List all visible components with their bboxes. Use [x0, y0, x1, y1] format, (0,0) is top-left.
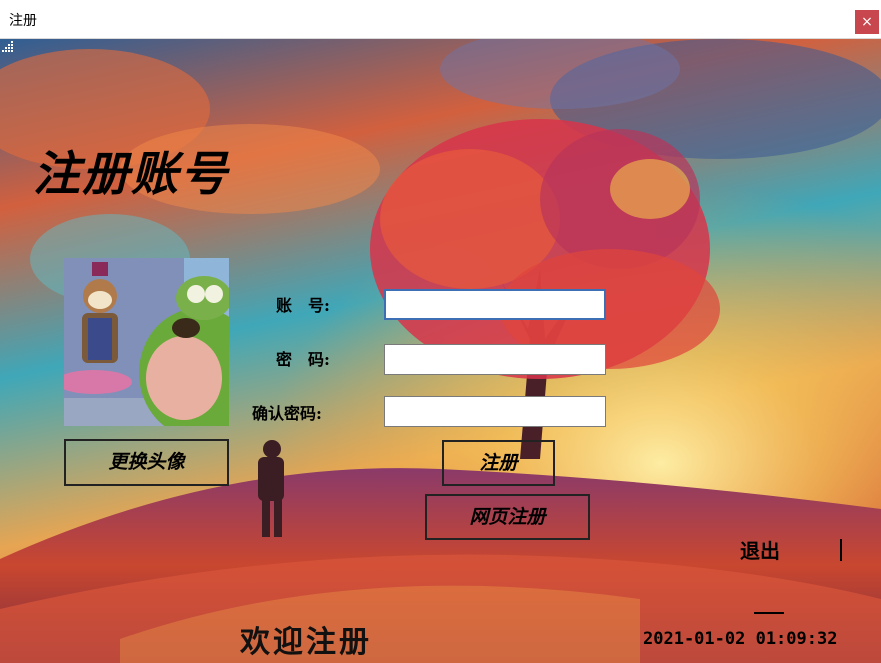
password-input[interactable] [384, 344, 606, 375]
title-bar: 注册 × [0, 0, 881, 39]
close-button[interactable]: × [855, 10, 879, 34]
account-label: 账 号: [276, 296, 330, 315]
datetime-display: 2021-01-02 01:09:32 [643, 629, 838, 649]
window-title: 注册 [9, 13, 37, 29]
confirm-password-label: 确认密码: [252, 404, 322, 423]
change-avatar-button[interactable]: 更换头像 [64, 439, 229, 486]
welcome-text: 欢迎注册 [240, 625, 372, 660]
resize-grip-icon[interactable] [0, 39, 14, 53]
text-cursor [840, 539, 842, 561]
avatar [64, 258, 229, 426]
password-label: 密 码: [276, 350, 330, 369]
avatar-image [64, 258, 229, 426]
web-register-button[interactable]: 网页注册 [425, 494, 590, 540]
confirm-password-input[interactable] [384, 396, 606, 427]
register-button[interactable]: 注册 [442, 440, 555, 486]
registration-panel: 注册账号 账 号: 密 码: 确认密码: 更换头像 注册 网页注册 退出 欢迎注… [0, 39, 881, 663]
page-title: 注册账号 [33, 147, 229, 202]
exit-button[interactable]: 退出 [740, 535, 780, 564]
account-input[interactable] [384, 289, 606, 320]
divider [754, 612, 784, 614]
